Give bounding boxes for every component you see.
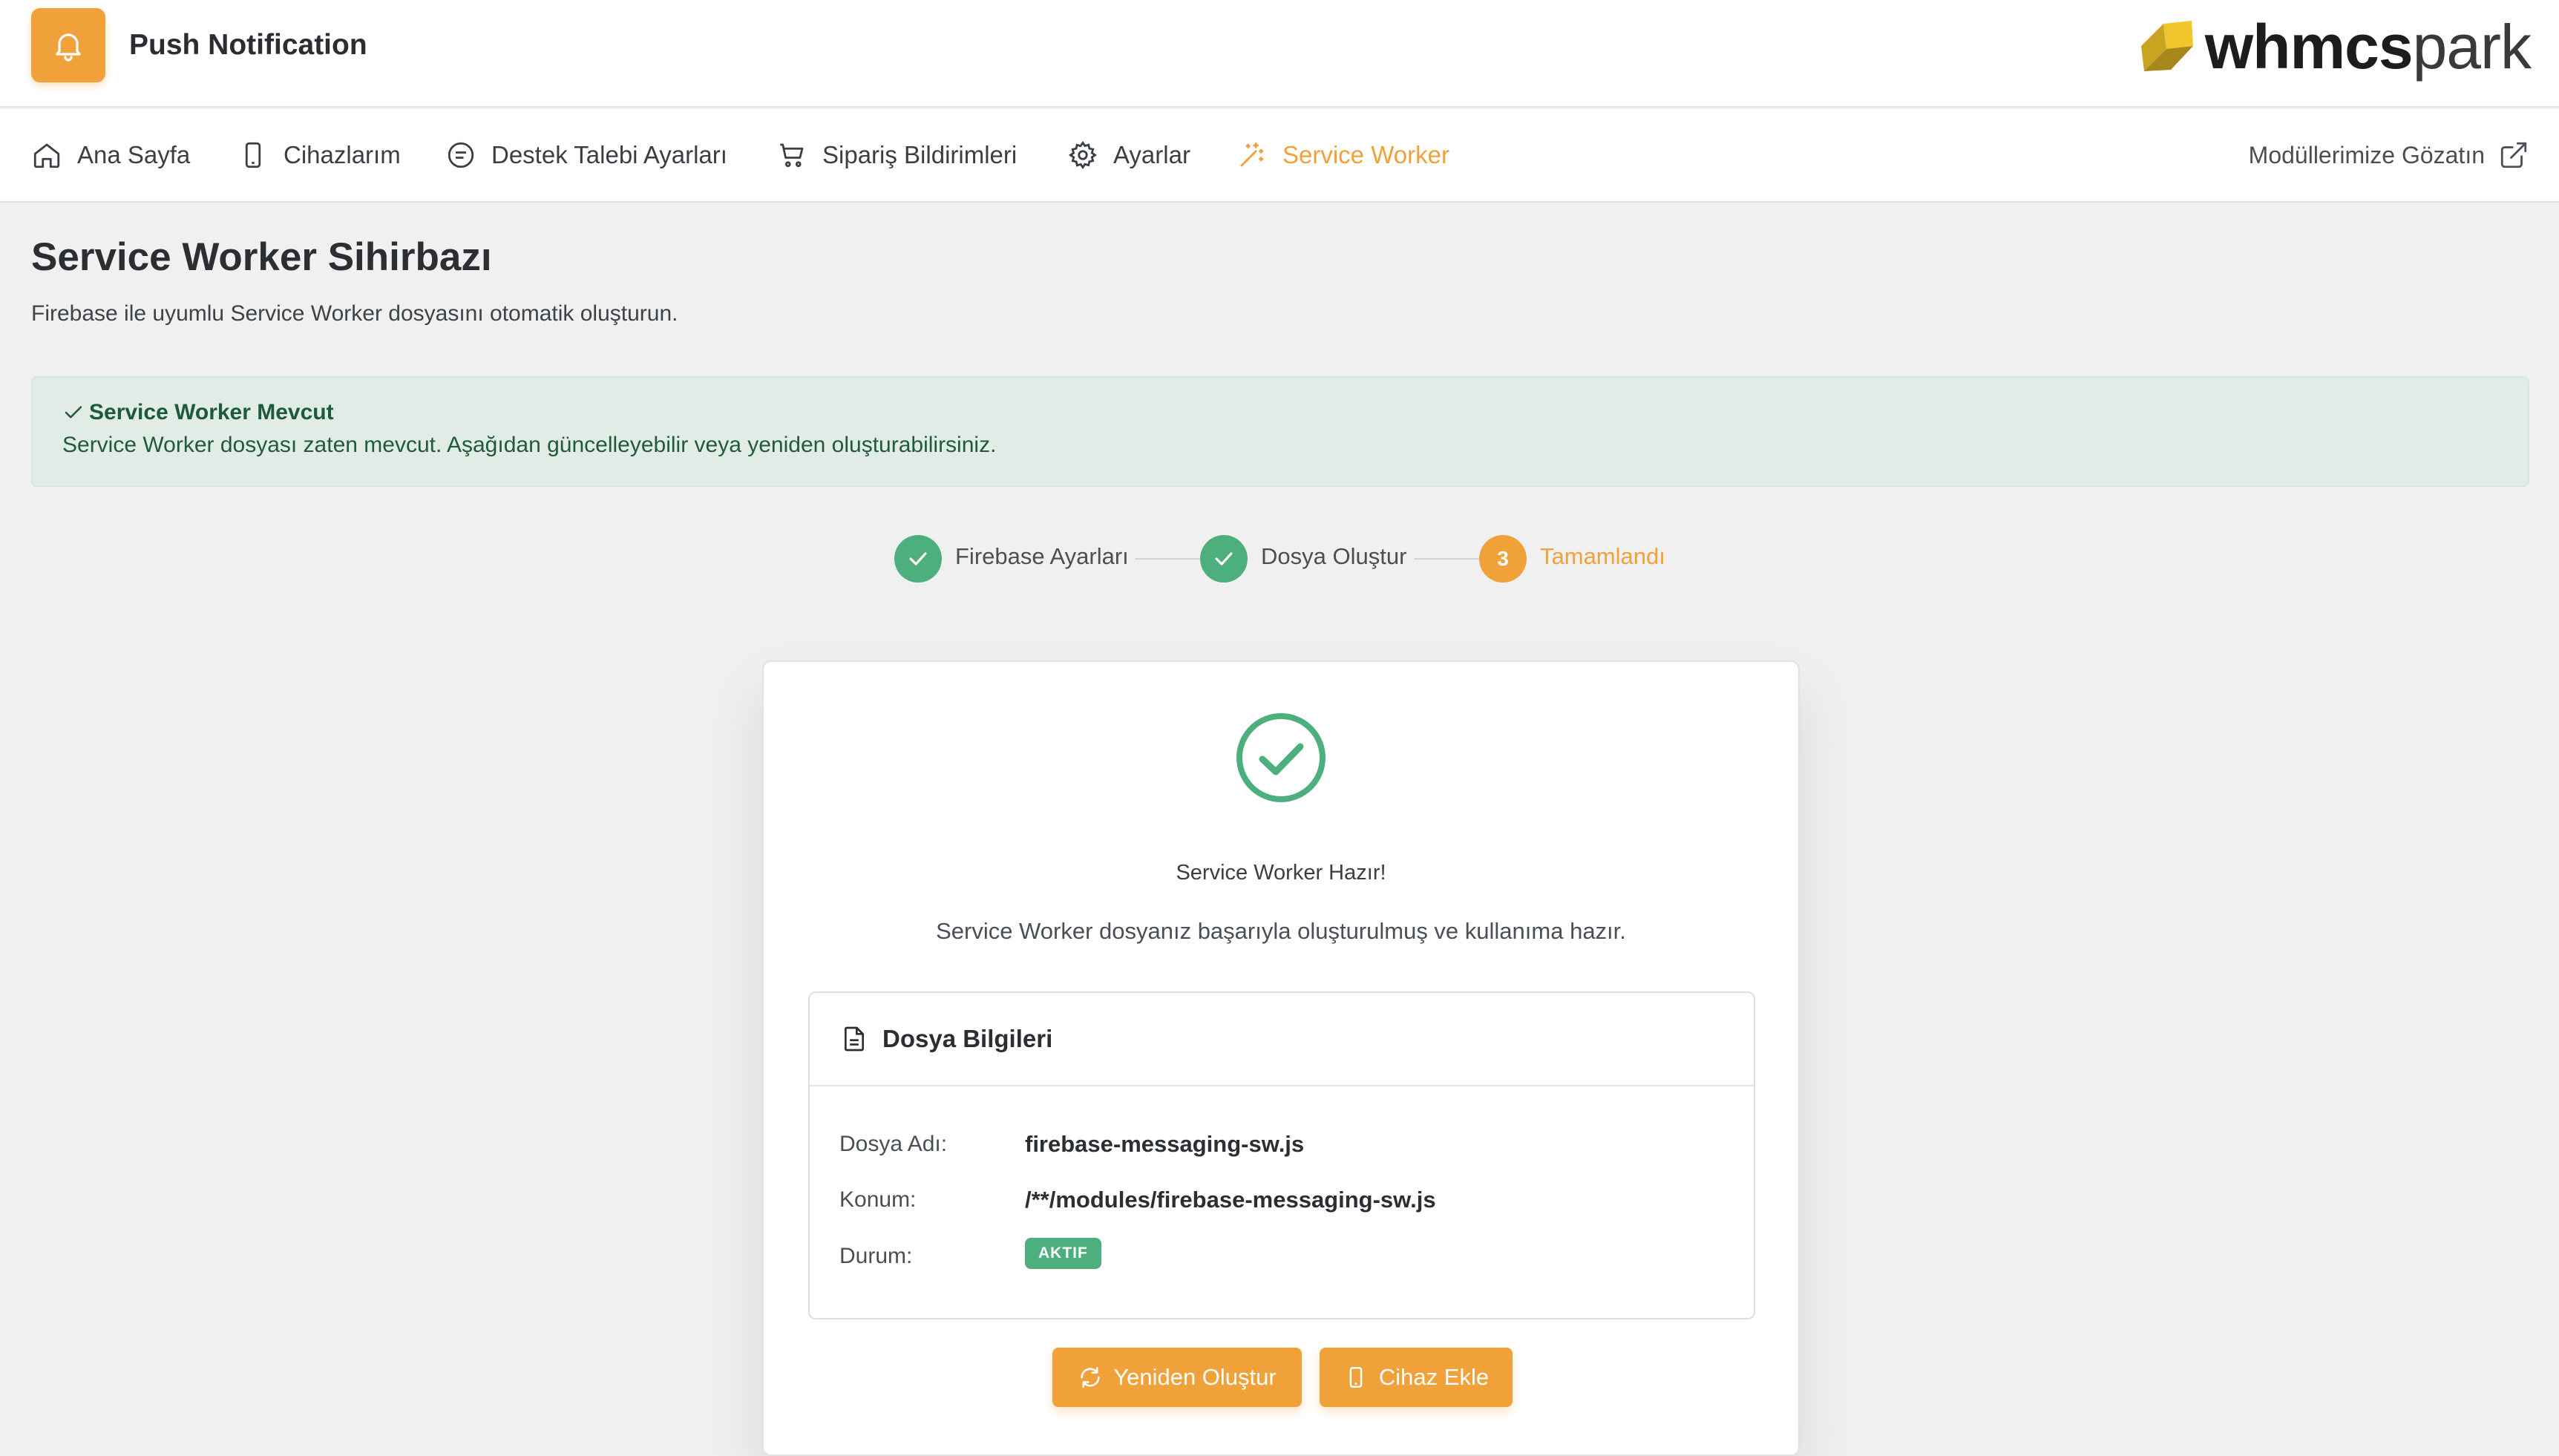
step-3-label: Tamamlandı bbox=[1540, 543, 1665, 569]
step-2-label: Dosya Oluştur bbox=[1261, 543, 1407, 569]
check-icon bbox=[65, 406, 82, 419]
regenerate-button[interactable]: Yeniden Oluştur bbox=[1052, 1348, 1302, 1407]
ready-title: Service Worker Hazır! bbox=[1176, 861, 1386, 885]
step-1-done-icon bbox=[894, 535, 942, 583]
nav-item-settings[interactable]: Ayarlar bbox=[1067, 136, 1190, 174]
step-connector bbox=[1414, 558, 1479, 560]
ticket-icon bbox=[448, 142, 474, 168]
alert-title-row: Service Worker Mevcut bbox=[62, 400, 2528, 425]
add-device-button[interactable]: Cihaz Ekle bbox=[1320, 1348, 1513, 1407]
file-status-label: Durum: bbox=[839, 1244, 913, 1268]
alert-title: Service Worker Mevcut bbox=[89, 400, 334, 424]
brand-mark-icon bbox=[2140, 21, 2193, 71]
top-bar: Push Notification whmcspark bbox=[0, 0, 2559, 108]
browse-modules-label: Modüllerimize Gözatın bbox=[2248, 141, 2485, 168]
step-connector bbox=[1135, 558, 1200, 560]
ready-text: Service Worker dosyanız başarıyla oluştu… bbox=[936, 918, 1626, 944]
external-link-icon bbox=[2500, 142, 2527, 168]
magic-wand-icon bbox=[1240, 142, 1264, 167]
brand-wordmark: whmcspark bbox=[2204, 12, 2532, 82]
nav-item-devices[interactable]: Cihazlarım bbox=[237, 136, 401, 174]
nav-label: Service Worker bbox=[1282, 141, 1449, 168]
wizard-stepper: Firebase Ayarları Dosya Oluştur 3 Tamaml… bbox=[894, 533, 1674, 585]
mobile-icon bbox=[245, 142, 261, 168]
file-name-label: Dosya Adı: bbox=[839, 1132, 948, 1156]
file-info-panel: Dosya Bilgileri Dosya Adı: firebase-mess… bbox=[808, 991, 1755, 1319]
regenerate-label: Yeniden Oluştur bbox=[1113, 1364, 1277, 1390]
main-nav: Ana Sayfa Cihazlarım Destek Talebi Ayarl… bbox=[0, 109, 2559, 203]
file-icon bbox=[845, 1026, 864, 1052]
file-info-title: Dosya Bilgileri bbox=[882, 1025, 1053, 1052]
page-title: Service Worker Sihirbazı bbox=[31, 235, 492, 279]
file-name-value: firebase-messaging-sw.js bbox=[1025, 1131, 1305, 1157]
file-location-label: Konum: bbox=[839, 1187, 917, 1212]
nav-item-home[interactable]: Ana Sayfa bbox=[31, 136, 190, 174]
nav-item-order-notifications[interactable]: Sipariş Bildirimleri bbox=[776, 136, 1017, 174]
mobile-icon bbox=[1349, 1366, 1363, 1388]
browse-modules-link[interactable]: Modüllerimize Gözatın bbox=[2249, 136, 2529, 174]
alert-text: Service Worker dosyası zaten mevcut. Aşa… bbox=[62, 433, 997, 457]
step-3-number: 3 bbox=[1479, 535, 1527, 583]
step-1-label: Firebase Ayarları bbox=[955, 543, 1129, 569]
completion-card: Service Worker Hazır! Service Worker dos… bbox=[762, 660, 1800, 1456]
brand-logo[interactable]: whmcspark bbox=[2134, 12, 2532, 82]
nav-label: Ayarlar bbox=[1113, 141, 1190, 168]
add-device-label: Cihaz Ekle bbox=[1378, 1364, 1490, 1390]
success-alert: Service Worker Mevcut Service Worker dos… bbox=[31, 376, 2529, 487]
bell-icon[interactable] bbox=[31, 8, 105, 82]
nav-item-ticket-settings[interactable]: Destek Talebi Ayarları bbox=[445, 136, 727, 174]
nav-label: Destek Talebi Ayarları bbox=[491, 141, 727, 168]
nav-label: Cihazlarım bbox=[284, 141, 401, 168]
nav-item-service-worker[interactable]: Service Worker bbox=[1236, 136, 1449, 174]
home-icon bbox=[33, 143, 60, 168]
app-title: Push Notification bbox=[129, 29, 367, 61]
success-check-icon bbox=[1236, 713, 1326, 802]
file-info-header: Dosya Bilgileri bbox=[810, 993, 1754, 1086]
file-location-value: /**/modules/firebase-messaging-sw.js bbox=[1025, 1187, 1436, 1213]
cart-icon bbox=[780, 143, 804, 168]
gear-icon bbox=[1068, 140, 1097, 170]
nav-label: Ana Sayfa bbox=[77, 141, 191, 168]
refresh-icon bbox=[1081, 1366, 1100, 1388]
status-badge: AKTIF bbox=[1025, 1238, 1101, 1269]
step-2-done-icon bbox=[1200, 535, 1248, 583]
page-subtitle: Firebase ile uyumlu Service Worker dosya… bbox=[31, 301, 678, 326]
nav-label: Sipariş Bildirimleri bbox=[822, 141, 1018, 168]
